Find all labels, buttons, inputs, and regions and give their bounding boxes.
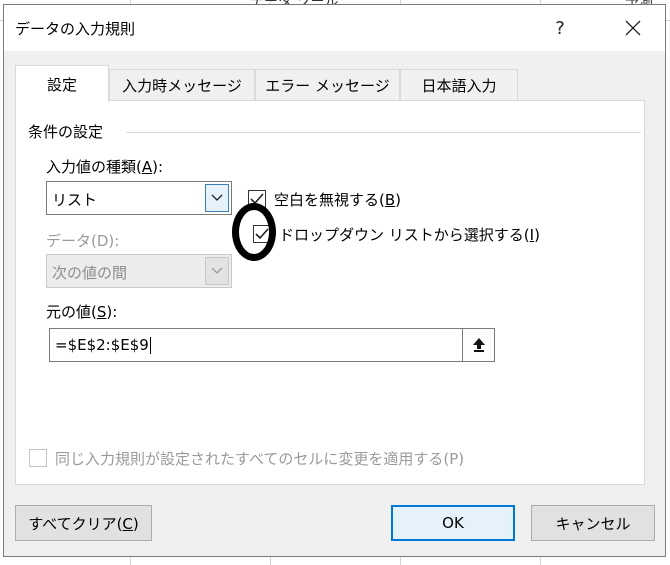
tab-label: 設定 (46, 75, 77, 94)
in-cell-dropdown-checkbox[interactable]: ドロップダウン リストから選択する(I) (253, 223, 540, 245)
close-icon (625, 20, 641, 36)
source-label: 元の値(S): (46, 303, 118, 321)
checkmark-icon (250, 193, 264, 205)
text-caret (149, 337, 151, 354)
tab-error-alert[interactable]: エラー メッセージ (255, 69, 400, 101)
ok-button[interactable]: OK (391, 505, 515, 541)
help-button[interactable]: ? (537, 11, 583, 45)
data-label: データ(D): (46, 232, 120, 250)
section-title: 条件の設定 (28, 123, 104, 141)
close-button[interactable] (610, 11, 656, 45)
tab-label: 日本語入力 (421, 77, 497, 95)
chevron-down-icon[interactable] (205, 184, 229, 212)
cancel-button[interactable]: キャンセル (531, 505, 655, 541)
help-icon: ? (555, 17, 565, 39)
data-select: 次の値の間 (46, 254, 232, 288)
tab-input-message[interactable]: 入力時メッセージ (109, 69, 255, 101)
apply-to-all-checkbox: 同じ入力規則が設定されたすべてのセルに変更を適用する(P) (29, 447, 464, 469)
allow-select[interactable]: リスト (46, 181, 232, 215)
collapse-dialog-button[interactable] (462, 328, 495, 362)
checkbox-box (29, 449, 47, 467)
data-value: 次の値の間 (52, 264, 128, 282)
chevron-down-icon (205, 257, 229, 285)
arrow-up-icon (472, 338, 485, 352)
title-bar: データの入力規則 ? (4, 5, 665, 51)
source-value: =$E$2:$E$9 (55, 336, 149, 354)
ignore-blank-checkbox[interactable]: 空白を無視する(B) (248, 188, 401, 210)
checkbox-box[interactable] (253, 225, 271, 243)
apply-to-all-label: 同じ入力規則が設定されたすべてのセルに変更を適用する(P) (55, 449, 465, 468)
checkbox-box[interactable] (248, 190, 266, 208)
dialog-title: データの入力規則 (15, 20, 136, 38)
checkmark-icon (255, 228, 269, 240)
tab-label: 入力時メッセージ (122, 77, 242, 95)
ignore-blank-label: 空白を無視する(B) (274, 190, 402, 209)
tab-settings[interactable]: 設定 (15, 65, 109, 102)
source-input[interactable]: =$E$2:$E$9 (49, 328, 495, 362)
tab-label: エラー メッセージ (265, 77, 390, 95)
tab-ime-mode[interactable]: 日本語入力 (400, 69, 518, 101)
clear-all-button[interactable]: すべてクリア(C) (15, 505, 152, 541)
section-divider (126, 132, 641, 133)
settings-panel: 条件の設定 入力値の種類(A): リスト データ(D): 次の値の間 空白を無視… (15, 100, 645, 485)
allow-label: 入力値の種類(A): (46, 158, 164, 176)
allow-value: リスト (52, 191, 98, 209)
in-cell-dropdown-label: ドロップダウン リストから選択する(I) (279, 225, 540, 244)
data-validation-dialog: データの入力規則 ? 設定 入力時メッセージ エラー メッセージ 日本語入力 条… (3, 4, 666, 557)
